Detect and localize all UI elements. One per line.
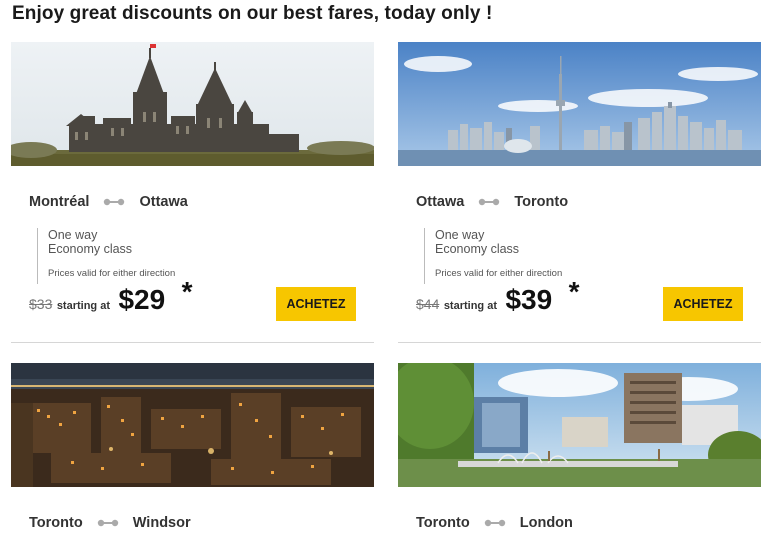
- route: Toronto Windsor: [29, 515, 191, 531]
- starting-at-label: starting at: [443, 300, 497, 312]
- route-connector-icon: [104, 198, 125, 206]
- route: Toronto London: [416, 515, 573, 531]
- price-row: $33 starting at $29 *: [29, 276, 193, 316]
- origin-city: Toronto: [29, 515, 83, 532]
- achetez-button[interactable]: ACHETEZ: [663, 287, 743, 321]
- fare-class: Economy class: [435, 242, 520, 256]
- destination-city: Ottawa: [139, 194, 188, 211]
- validity-note: Prices valid for either direction: [435, 268, 563, 279]
- page-title: Enjoy great discounts on our best fares,…: [12, 3, 493, 24]
- sale-price: $39: [505, 284, 553, 315]
- sale-price: $29: [118, 284, 166, 315]
- toronto-skyline-photo[interactable]: [398, 42, 761, 166]
- origin-city: Toronto: [416, 515, 470, 532]
- route-connector-icon: [484, 519, 505, 527]
- route: Montréal Ottawa: [29, 194, 188, 210]
- trip-type: One way: [48, 228, 98, 242]
- validity-note: Prices valid for either direction: [48, 268, 176, 279]
- route-connector-icon: [479, 198, 500, 206]
- parliament-photo[interactable]: [11, 42, 374, 166]
- route: Ottawa Toronto: [416, 194, 568, 210]
- fare-class: Economy class: [48, 242, 133, 256]
- asterisk: *: [181, 276, 193, 307]
- route-connector-icon: [97, 519, 118, 527]
- origin-city: Montréal: [29, 194, 90, 211]
- fare-details: One way Economy class Prices valid for e…: [424, 228, 562, 284]
- divider: [11, 342, 374, 343]
- destination-city: Toronto: [514, 194, 569, 211]
- divider: [398, 342, 761, 343]
- starting-at-label: starting at: [56, 300, 110, 312]
- old-price: $33: [29, 296, 53, 312]
- price-row: $44 starting at $39 *: [416, 276, 580, 316]
- trip-type: One way: [435, 228, 485, 242]
- old-price: $44: [416, 296, 440, 312]
- achetez-button[interactable]: ACHETEZ: [276, 287, 356, 321]
- asterisk: *: [568, 276, 580, 307]
- london-park-photo[interactable]: [398, 363, 761, 487]
- destination-city: London: [519, 515, 573, 532]
- fare-details: One way Economy class Prices valid for e…: [37, 228, 175, 284]
- origin-city: Ottawa: [416, 194, 465, 211]
- night-city-photo[interactable]: [11, 363, 374, 487]
- destination-city: Windsor: [132, 515, 191, 532]
